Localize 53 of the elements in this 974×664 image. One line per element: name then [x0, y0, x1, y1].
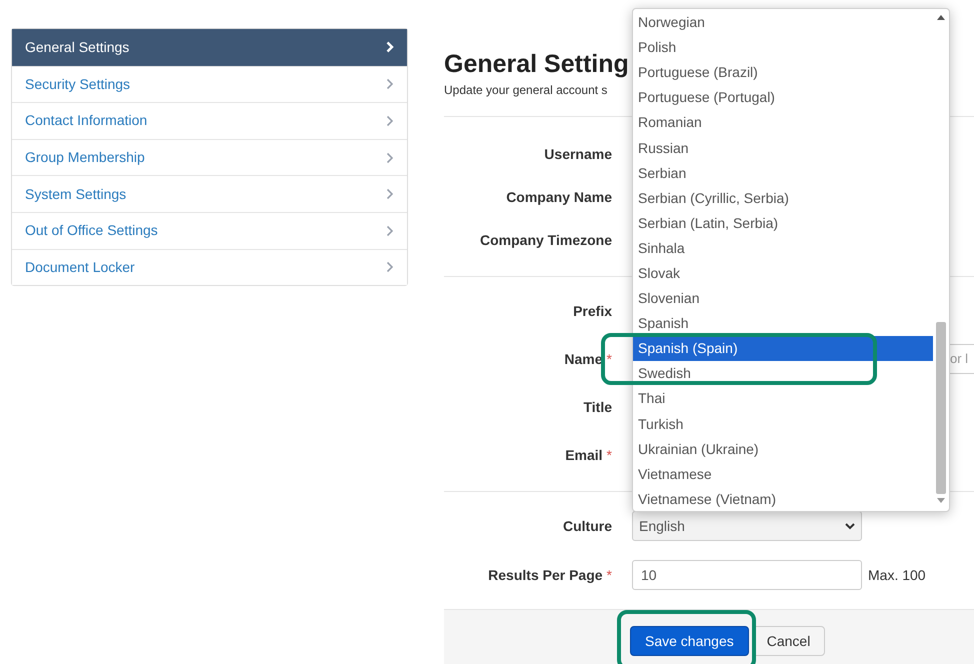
field-label: Name [564, 350, 603, 368]
field-label: Title [583, 398, 612, 416]
chevron-right-icon [386, 188, 394, 200]
dropdown-option[interactable]: Portuguese (Portugal) [633, 85, 933, 110]
chevron-right-icon [386, 224, 394, 237]
dropdown-option[interactable]: Ukrainian (Ukraine) [633, 436, 933, 462]
dropdown-option[interactable]: Serbian [633, 160, 933, 186]
required-mark: * [606, 446, 612, 464]
field-label: Culture [563, 516, 612, 536]
dropdown-option[interactable]: Spanish (Spain) [633, 336, 933, 362]
save-button[interactable]: Save changes [630, 626, 749, 656]
dropdown-option[interactable]: Vietnamese [633, 462, 933, 487]
dropdown-option[interactable]: Slovak [633, 260, 933, 286]
chevron-right-icon [386, 41, 394, 54]
culture-select[interactable]: English [632, 511, 862, 541]
dropdown-option[interactable]: Portuguese (Brazil) [633, 60, 933, 86]
dropdown-option[interactable]: Thai [633, 386, 933, 412]
field-label: Prefix [573, 302, 612, 320]
chevron-right-icon [386, 114, 394, 127]
field-hint: Max. 100 [868, 566, 926, 584]
scroll-down-icon [937, 498, 945, 503]
required-mark: * [606, 566, 612, 584]
scrollbar-thumb[interactable] [936, 322, 946, 494]
dropdown-option[interactable]: Russian [633, 135, 933, 161]
field-label: Results Per Page [488, 566, 603, 585]
sidebar-item[interactable]: Group Membership [12, 138, 407, 176]
dropdown-option[interactable]: Norwegian [633, 10, 933, 36]
sidebar-item[interactable]: Document Locker [12, 248, 407, 286]
dropdown-option[interactable]: Slovenian [633, 286, 933, 312]
dropdown-option[interactable]: Swedish [633, 361, 933, 386]
chevron-right-icon [386, 78, 394, 90]
field-label: Company Timezone [480, 231, 612, 250]
dropdown-option[interactable]: Vietnamese (Vietnam) [633, 486, 933, 512]
scroll-up-icon [937, 15, 945, 20]
dropdown-option[interactable]: Serbian (Cyrillic, Serbia) [633, 186, 933, 211]
sidebar-item[interactable]: General Settings [12, 29, 407, 66]
page-heading: General Setting [444, 49, 629, 79]
chevron-right-icon [386, 261, 394, 274]
page-subtitle: Update your general account s [444, 82, 608, 99]
dropdown-option[interactable]: Serbian (Latin, Serbia) [633, 210, 933, 236]
dropdown-option[interactable]: Romanian [633, 110, 933, 136]
dropdown-option[interactable]: Polish [633, 35, 933, 60]
field-label: Email [565, 446, 603, 464]
chevron-right-icon [386, 152, 394, 164]
dropdown-option[interactable]: Turkish [633, 412, 933, 437]
field-label: Company Name [506, 188, 612, 207]
field-placeholder: or l [950, 350, 968, 368]
field-label: Username [544, 145, 612, 164]
dropdown-option[interactable]: Sinhala [633, 236, 933, 261]
results-per-page-field[interactable]: 10 [632, 560, 862, 590]
dropdown-option[interactable]: Spanish [633, 311, 933, 336]
chevron-down-icon [845, 522, 855, 530]
required-mark: * [606, 350, 612, 368]
